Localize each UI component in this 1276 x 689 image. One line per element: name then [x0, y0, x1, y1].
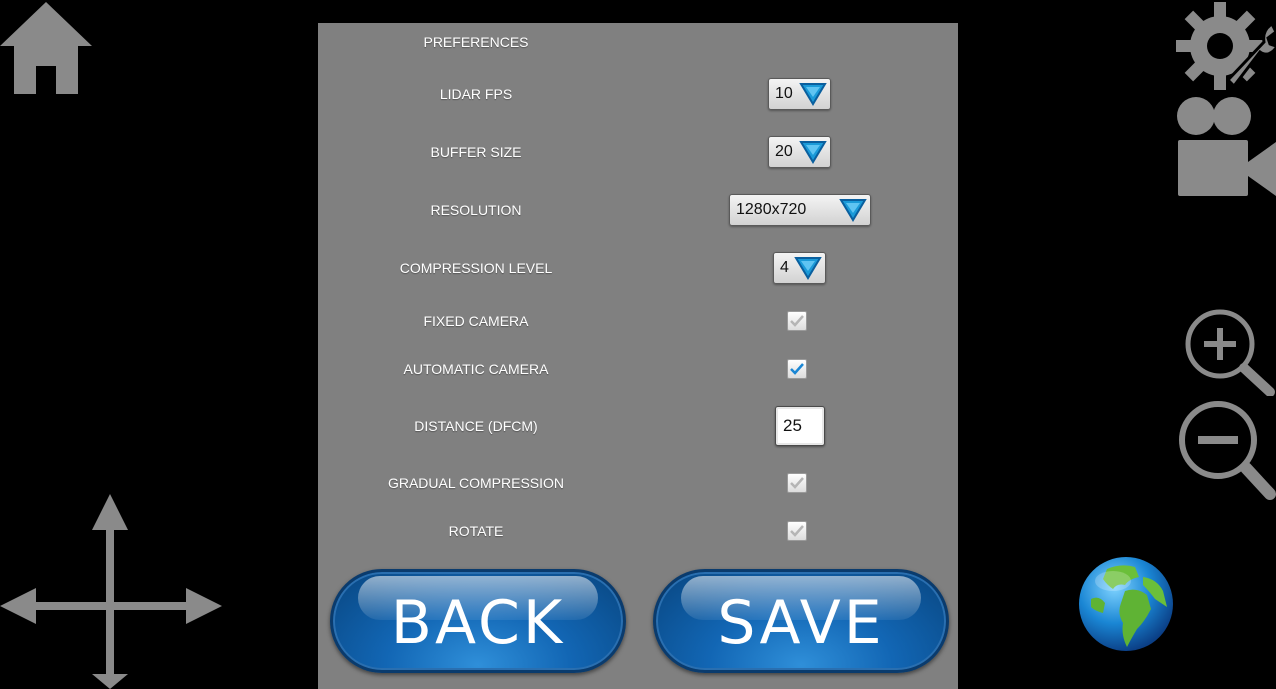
- check-icon: [790, 477, 804, 489]
- preferences-panel: PREFERENCES LIDAR FPS 10 BUFFER SIZE 20 …: [318, 23, 958, 689]
- fixed-camera-checkbox[interactable]: [787, 311, 807, 331]
- resolution-value: 1280x720: [736, 201, 807, 218]
- lidar-fps-label: LIDAR FPS: [439, 86, 513, 102]
- chevron-down-icon: [799, 83, 827, 106]
- buffer-size-label: BUFFER SIZE: [430, 144, 522, 160]
- settings-icon[interactable]: [1176, 2, 1276, 92]
- rotate-label: ROTATE: [448, 523, 504, 539]
- compression-level-value: 4: [780, 259, 789, 276]
- fixed-camera-label: FIXED CAMERA: [423, 313, 529, 329]
- gradual-compression-label: GRADUAL COMPRESSION: [387, 475, 565, 491]
- panel-title: PREFERENCES: [423, 34, 529, 50]
- automatic-camera-checkbox[interactable]: [787, 359, 807, 379]
- check-icon: [790, 363, 804, 375]
- automatic-camera-label: AUTOMATIC CAMERA: [403, 361, 549, 377]
- resolution-label: RESOLUTION: [430, 202, 522, 218]
- move-icon[interactable]: [0, 494, 222, 689]
- zoom-in-icon[interactable]: [1178, 304, 1276, 396]
- back-button-label: BACK: [390, 588, 566, 658]
- globe-icon[interactable]: [1077, 555, 1175, 653]
- home-icon[interactable]: [0, 2, 92, 94]
- buffer-size-value: 20: [775, 143, 793, 160]
- check-icon: [790, 315, 804, 327]
- save-button-label: SAVE: [717, 588, 885, 658]
- compression-level-label: COMPRESSION LEVEL: [399, 260, 553, 276]
- rotate-checkbox[interactable]: [787, 521, 807, 541]
- resolution-dropdown[interactable]: 1280x720: [729, 194, 871, 226]
- compression-level-dropdown[interactable]: 4: [773, 252, 826, 284]
- distance-label: DISTANCE (DFCM): [414, 418, 538, 434]
- buffer-size-dropdown[interactable]: 20: [768, 136, 831, 168]
- chevron-down-icon: [794, 257, 822, 280]
- check-icon: [790, 525, 804, 537]
- lidar-fps-dropdown[interactable]: 10: [768, 78, 831, 110]
- camera-icon[interactable]: [1176, 96, 1276, 198]
- back-button[interactable]: BACK: [330, 569, 626, 673]
- save-button[interactable]: SAVE: [653, 569, 949, 673]
- chevron-down-icon: [839, 199, 867, 222]
- gradual-compression-checkbox[interactable]: [787, 473, 807, 493]
- lidar-fps-value: 10: [775, 85, 793, 102]
- distance-input[interactable]: [775, 406, 825, 446]
- zoom-out-icon[interactable]: [1176, 398, 1276, 502]
- chevron-down-icon: [799, 141, 827, 164]
